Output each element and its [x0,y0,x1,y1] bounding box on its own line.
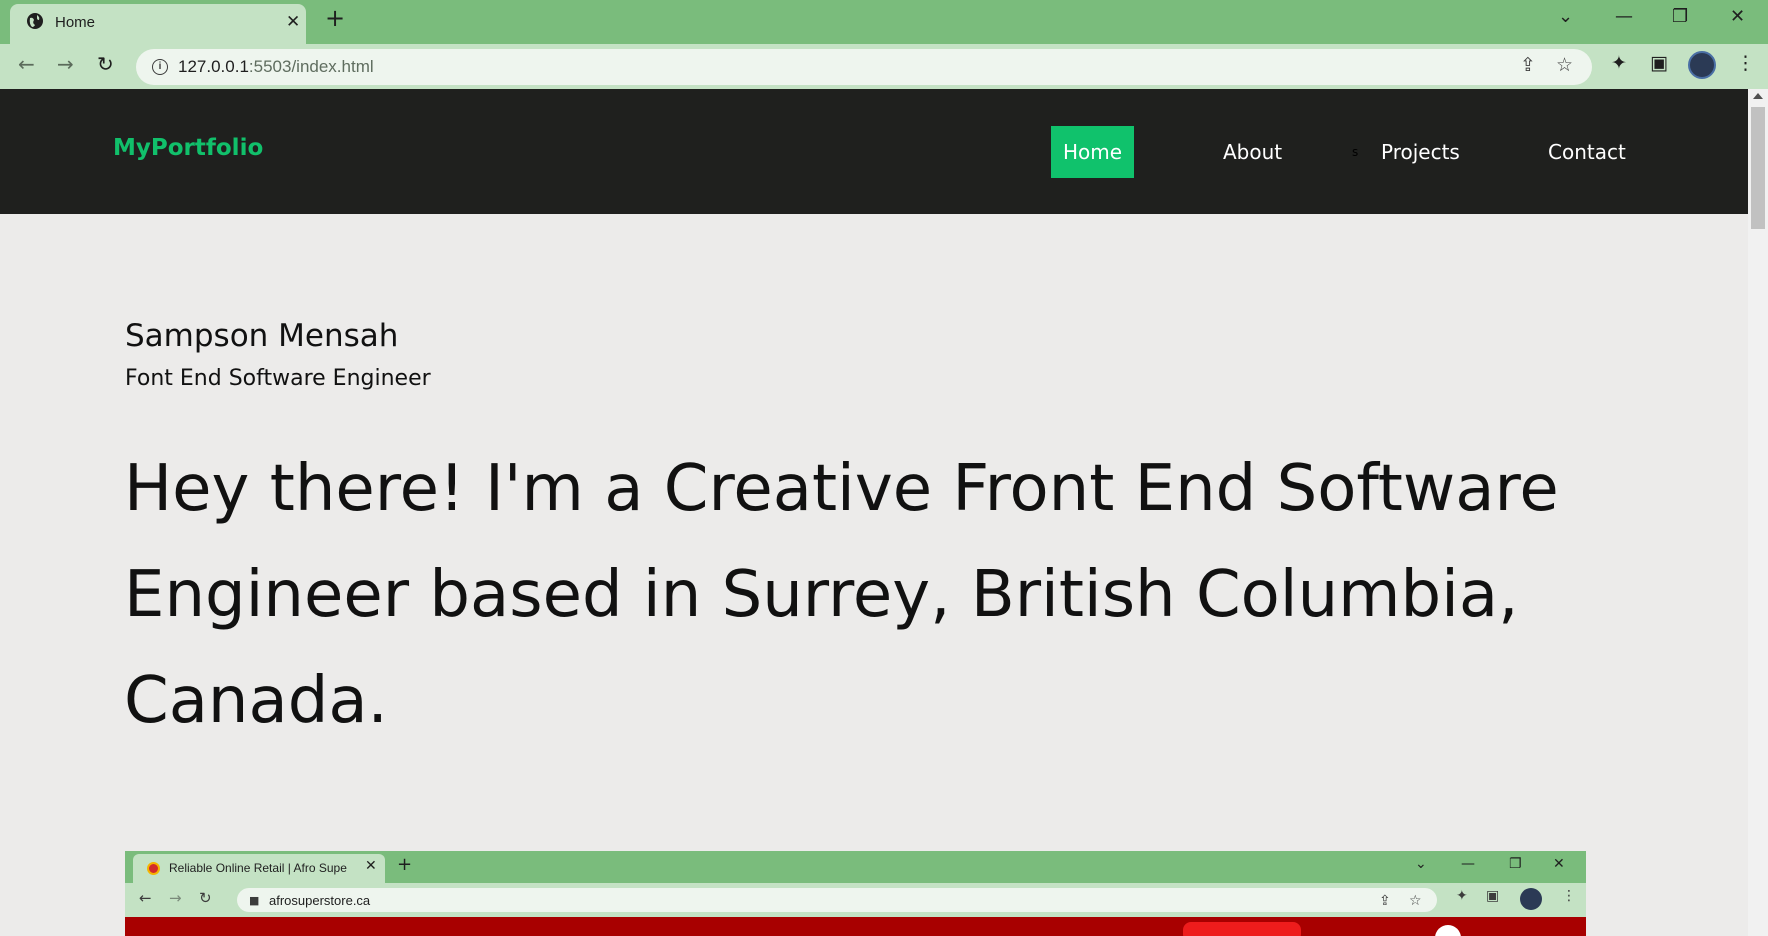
hero-name: Sampson Mensah [125,318,399,354]
preview-tab-close-icon: ✕ [365,858,377,874]
browser-tab-home[interactable]: Home ✕ [10,4,306,44]
preview-address-bar: ■ afrosuperstore.ca ⇪ ☆ [237,888,1437,912]
preview-reload-icon: ↻ [199,889,212,907]
nav-link-about[interactable]: About [1223,126,1282,178]
project-preview-image: Reliable Online Retail | Afro Supe ✕ + ⌄… [125,851,1586,936]
preview-minimize-icon: — [1461,856,1475,872]
nav-link-contact[interactable]: Contact [1548,126,1626,178]
preview-toolbar: ← → ↻ ■ afrosuperstore.ca ⇪ ☆ ✦ ▣ ⋮ [125,883,1586,917]
nav-link-projects[interactable]: Projects [1381,126,1460,178]
browser-menu-icon[interactable]: ⋮ [1736,54,1755,73]
site-info-icon[interactable]: i [152,59,168,75]
restore-icon[interactable]: ❐ [1672,8,1688,26]
scroll-up-arrow-icon[interactable] [1753,93,1763,99]
preview-page-header [125,917,1586,936]
tab-search-icon[interactable]: ⌄ [1558,8,1573,26]
close-window-icon[interactable]: ✕ [1730,8,1745,26]
preview-restore-icon: ❐ [1509,856,1522,872]
url-host: 127.0.0.1 [178,57,249,76]
preview-url: afrosuperstore.ca [269,893,371,908]
reload-icon[interactable]: ↻ [97,54,114,74]
nav-link-home[interactable]: Home [1051,126,1135,178]
side-panel-icon[interactable]: ▣ [1650,54,1668,73]
preview-tab: Reliable Online Retail | Afro Supe ✕ [133,854,385,883]
site-navbar: MyPortfolio Home About s Projects Contac… [0,89,1748,214]
preview-share-icon: ⇪ [1379,893,1391,909]
preview-dropdown-icon: ⌄ [1415,856,1427,872]
minimize-icon[interactable]: — [1615,8,1633,26]
url-path: :5503/index.html [248,57,374,76]
preview-back-icon: ← [139,889,152,907]
address-bar[interactable]: i 127.0.0.1:5503/index.html ⇪ ☆ [136,49,1592,85]
preview-red-pill [1183,922,1301,936]
preview-extensions-icon: ✦ [1456,888,1468,904]
profile-avatar[interactable] [1688,51,1716,79]
preview-favicon-icon [147,862,160,875]
back-icon[interactable]: ← [18,54,35,74]
url-text: 127.0.0.1:5503/index.html [178,57,374,77]
preview-white-circle [1435,925,1461,936]
stray-character: s [1352,145,1359,159]
extensions-puzzle-icon[interactable]: ✦ [1611,54,1627,73]
preview-avatar [1520,888,1542,910]
globe-icon [27,13,43,29]
site-logo[interactable]: MyPortfolio [113,135,263,161]
share-icon[interactable]: ⇪ [1520,56,1536,75]
preview-new-tab-icon: + [397,854,413,875]
forward-icon[interactable]: → [57,54,74,74]
preview-close-icon: ✕ [1553,856,1565,872]
preview-side-panel-icon: ▣ [1486,888,1500,904]
bookmark-star-icon[interactable]: ☆ [1556,56,1573,75]
preview-tab-title: Reliable Online Retail | Afro Supe [169,861,347,875]
browser-tabstrip: Home ✕ + ⌄ — ❐ ✕ [0,0,1768,44]
new-tab-button[interactable]: + [325,6,345,30]
tab-close-icon[interactable]: ✕ [286,14,300,31]
preview-lock-icon: ■ [249,894,260,907]
hero-role: Font End Software Engineer [125,366,431,391]
preview-forward-icon: → [169,889,182,907]
page-scrollbar[interactable] [1748,89,1768,936]
tab-title: Home [55,14,96,31]
scroll-thumb[interactable] [1751,107,1765,229]
preview-star-icon: ☆ [1409,893,1422,909]
hero-statement: Hey there! I'm a Creative Front End Soft… [124,452,1559,738]
preview-menu-icon: ⋮ [1562,888,1576,904]
preview-tabstrip: Reliable Online Retail | Afro Supe ✕ + ⌄… [125,851,1586,883]
browser-toolbar: ← → ↻ i 127.0.0.1:5503/index.html ⇪ ☆ ✦ … [0,44,1768,89]
